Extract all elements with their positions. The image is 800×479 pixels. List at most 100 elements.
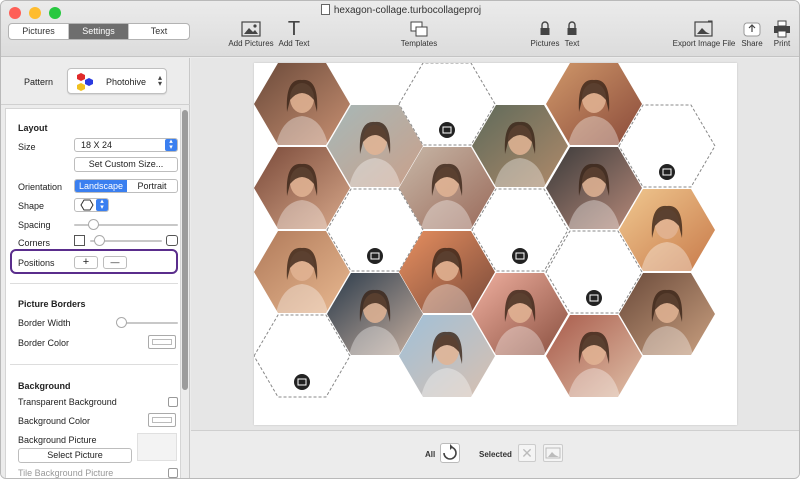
border-width-slider[interactable]	[116, 317, 178, 328]
background-picture-well[interactable]	[137, 433, 177, 461]
window-title-text: hexagon-collage.turbocollageproj	[333, 5, 482, 16]
add-pictures-button[interactable]: Add Pictures	[227, 19, 275, 48]
tab-text[interactable]: Text	[129, 24, 189, 39]
collage-canvas[interactable]	[253, 62, 737, 425]
lock-icon	[529, 19, 561, 39]
hexagon-icon	[80, 199, 94, 211]
pattern-row: Pattern Photohive ▴ ▾	[1, 58, 190, 105]
image-icon	[227, 19, 275, 39]
positions-highlight	[10, 249, 178, 274]
divider	[10, 283, 178, 284]
lock-text-button[interactable]: Text	[561, 19, 583, 48]
lock-pictures-label: Pictures	[530, 39, 560, 48]
tile-background-label: Tile Background Picture	[18, 468, 114, 478]
orientation-portrait[interactable]: Portrait	[127, 180, 177, 192]
add-text-label: Add Text	[278, 39, 310, 48]
export-image-icon	[671, 19, 737, 39]
image-placeholder-icon	[439, 122, 455, 138]
updown-chevron-icon: ▴ ▾	[96, 198, 108, 211]
corners-label: Corners	[18, 238, 51, 248]
border-width-slider-knob[interactable]	[116, 317, 127, 328]
export-button[interactable]: Export Image File	[671, 19, 737, 48]
spacing-label: Spacing	[18, 220, 51, 230]
templates-icon	[397, 19, 441, 39]
border-color-swatch[interactable]	[148, 335, 176, 349]
pattern-hex-icon	[77, 73, 93, 91]
size-value: 18 X 24	[81, 140, 113, 150]
size-select[interactable]: 18 X 24 ▴ ▾	[74, 138, 178, 152]
transparent-background-label: Transparent Background	[18, 397, 117, 407]
picture-borders-heading: Picture Borders	[18, 299, 86, 309]
settings-sidebar: Pattern Photohive ▴ ▾ Layout Size 18 X 24…	[1, 58, 190, 478]
share-button[interactable]: Share	[739, 19, 765, 48]
hexagon-collage	[253, 62, 716, 398]
refresh-icon	[443, 444, 457, 460]
corners-slider-knob[interactable]	[94, 235, 105, 246]
rounded-corner-icon	[166, 235, 178, 246]
square-corner-icon	[74, 235, 85, 246]
share-label: Share	[741, 39, 763, 48]
spacing-slider-knob[interactable]	[88, 219, 99, 230]
shuffle-all-button[interactable]	[440, 443, 460, 463]
background-color-swatch[interactable]	[148, 413, 176, 427]
updown-chevron-icon: ▴ ▾	[157, 73, 162, 88]
shape-label: Shape	[18, 201, 45, 211]
sidebar-tabs: Pictures Settings Text	[8, 23, 190, 40]
text-icon: T	[287, 18, 301, 40]
orientation-landscape[interactable]: Landscape	[75, 180, 127, 192]
orientation-control: Landscape Portrait	[74, 179, 178, 193]
pattern-select[interactable]: Photohive ▴ ▾	[67, 68, 167, 94]
collage-area	[191, 58, 799, 430]
layout-heading: Layout	[18, 123, 48, 133]
pattern-label: Pattern	[24, 77, 54, 87]
size-label: Size	[18, 142, 36, 152]
image-placeholder-icon	[586, 290, 602, 306]
shape-select[interactable]: ▴ ▾	[74, 198, 109, 212]
tab-settings[interactable]: Settings	[69, 24, 129, 39]
print-button[interactable]: Print	[769, 19, 795, 48]
lock-pictures-button[interactable]: Pictures	[529, 19, 561, 48]
document-icon	[320, 4, 330, 15]
orientation-label: Orientation	[18, 182, 63, 192]
export-label: Export Image File	[672, 39, 736, 48]
selected-label: Selected	[479, 450, 512, 459]
share-icon	[739, 19, 765, 39]
print-label: Print	[773, 39, 791, 48]
transparent-background-checkbox[interactable]	[168, 397, 178, 407]
all-label: All	[425, 450, 436, 459]
lock-text-label: Text	[564, 39, 580, 48]
settings-panel: Layout Size 18 X 24 ▴ ▾ Set Custom Size...…	[5, 108, 181, 478]
add-pictures-label: Add Pictures	[228, 39, 274, 48]
background-picture-label: Background Picture	[18, 435, 97, 445]
spacing-slider[interactable]	[74, 219, 178, 230]
select-picture-button[interactable]: Select Picture	[18, 448, 132, 463]
image-placeholder-icon	[512, 248, 528, 264]
window-title: hexagon-collage.turbocollageproj	[1, 4, 799, 16]
corners-slider[interactable]	[90, 235, 162, 246]
templates-label: Templates	[400, 39, 438, 48]
printer-icon	[769, 19, 795, 39]
tile-background-checkbox[interactable]	[168, 468, 178, 478]
border-width-label: Border Width	[18, 318, 71, 328]
background-heading: Background	[18, 381, 71, 391]
set-custom-size-button[interactable]: Set Custom Size...	[74, 157, 178, 172]
image-placeholder-icon	[294, 374, 310, 390]
remove-selected-button[interactable]: ✕	[518, 444, 536, 462]
divider	[10, 364, 178, 365]
templates-button[interactable]: Templates	[397, 19, 441, 48]
replace-selected-button[interactable]	[543, 444, 563, 462]
background-color-label: Background Color	[18, 416, 91, 426]
image-placeholder-icon	[659, 164, 675, 180]
tab-pictures[interactable]: Pictures	[9, 24, 69, 39]
close-icon: ✕	[521, 445, 533, 461]
app-window: hexagon-collage.turbocollageproj Picture…	[0, 0, 800, 479]
lock-icon	[561, 19, 583, 39]
sidebar-scrollbar[interactable]	[182, 110, 188, 390]
image-icon	[545, 447, 561, 459]
add-text-button[interactable]: T Add Text	[277, 19, 311, 48]
image-placeholder-icon	[367, 248, 383, 264]
updown-chevron-icon: ▴ ▾	[165, 138, 177, 151]
border-color-label: Border Color	[18, 338, 70, 348]
toolbar: hexagon-collage.turbocollageproj Picture…	[1, 1, 799, 57]
bottom-bar: All Selected ✕	[191, 430, 799, 478]
